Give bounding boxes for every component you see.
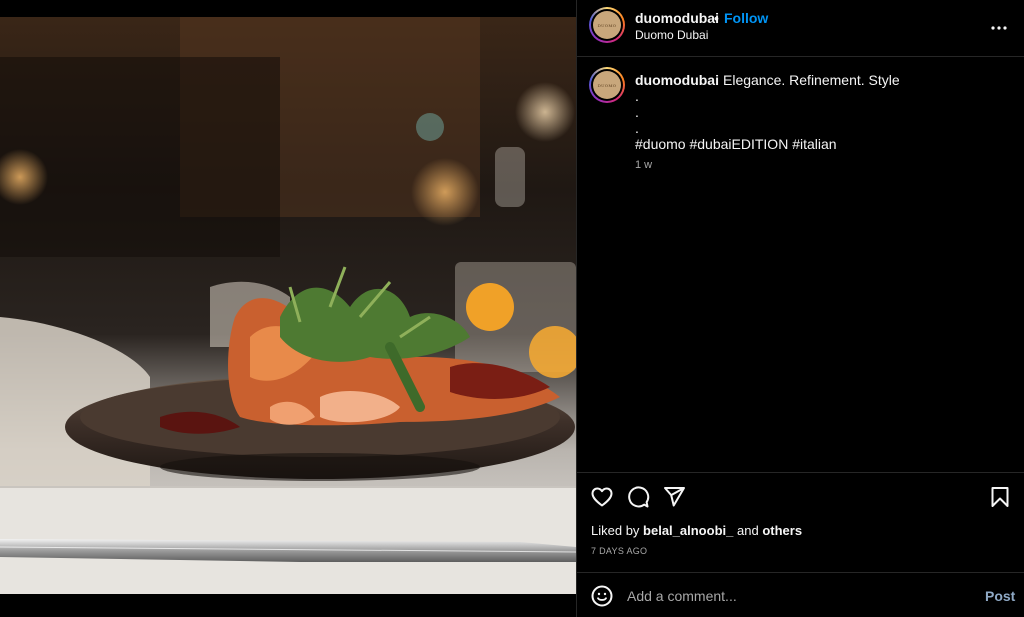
likes-conj: and xyxy=(736,523,759,538)
follow-button[interactable]: Follow xyxy=(724,10,768,26)
send-icon[interactable] xyxy=(662,485,686,509)
separator-dot: • xyxy=(714,10,719,26)
avatar[interactable]: DUOMO xyxy=(589,7,625,43)
comment-input[interactable] xyxy=(627,585,957,607)
post-details-panel: DUOMO duomodubai • Follow Duomo Dubai DU… xyxy=(576,0,1024,617)
caption-timestamp[interactable]: 1 w xyxy=(635,159,652,171)
avatar-logo: DUOMO xyxy=(593,71,621,99)
username-link[interactable]: duomodubai xyxy=(635,10,719,26)
hashtag-link[interactable]: #duomo xyxy=(635,136,686,152)
caption-dot: . xyxy=(635,88,639,104)
hashtags: #duomo #dubaiEDITION #italian xyxy=(635,136,1005,152)
avatar-logo: DUOMO xyxy=(593,11,621,39)
hashtag-link[interactable]: #italian xyxy=(792,136,836,152)
likes-prefix: Liked by xyxy=(591,523,640,538)
liker-username[interactable]: belal_alnoobi_ xyxy=(643,523,733,538)
post-comment-button[interactable]: Post xyxy=(985,588,1015,604)
caption-username[interactable]: duomodubai xyxy=(635,72,719,88)
hashtag-link[interactable]: #dubaiEDITION xyxy=(689,136,788,152)
bookmark-icon[interactable] xyxy=(988,485,1012,509)
food-photo xyxy=(0,17,576,594)
location-link[interactable]: Duomo Dubai xyxy=(635,28,708,42)
action-bar: Liked by belal_alnoobi_ and others 7 DAY… xyxy=(577,472,1024,572)
likes-others-link[interactable]: others xyxy=(762,523,802,538)
post-date[interactable]: 7 DAYS AGO xyxy=(591,546,647,556)
caption-dot: . xyxy=(635,120,639,136)
more-horizontal-icon[interactable] xyxy=(987,16,1011,40)
comment-bar: Post xyxy=(577,572,1024,617)
post-image[interactable] xyxy=(0,17,576,594)
post-header: DUOMO duomodubai • Follow Duomo Dubai xyxy=(577,0,1024,57)
emoji-icon[interactable] xyxy=(590,584,614,608)
comment-icon[interactable] xyxy=(626,485,650,509)
heart-icon[interactable] xyxy=(590,485,614,509)
caption-dot: . xyxy=(635,104,639,120)
caption: duomodubai Elegance. Refinement. Style . … xyxy=(635,72,1005,152)
caption-avatar[interactable]: DUOMO xyxy=(589,67,625,103)
caption-text: Elegance. Refinement. Style xyxy=(723,72,900,88)
likes-summary: Liked by belal_alnoobi_ and others xyxy=(591,523,802,538)
